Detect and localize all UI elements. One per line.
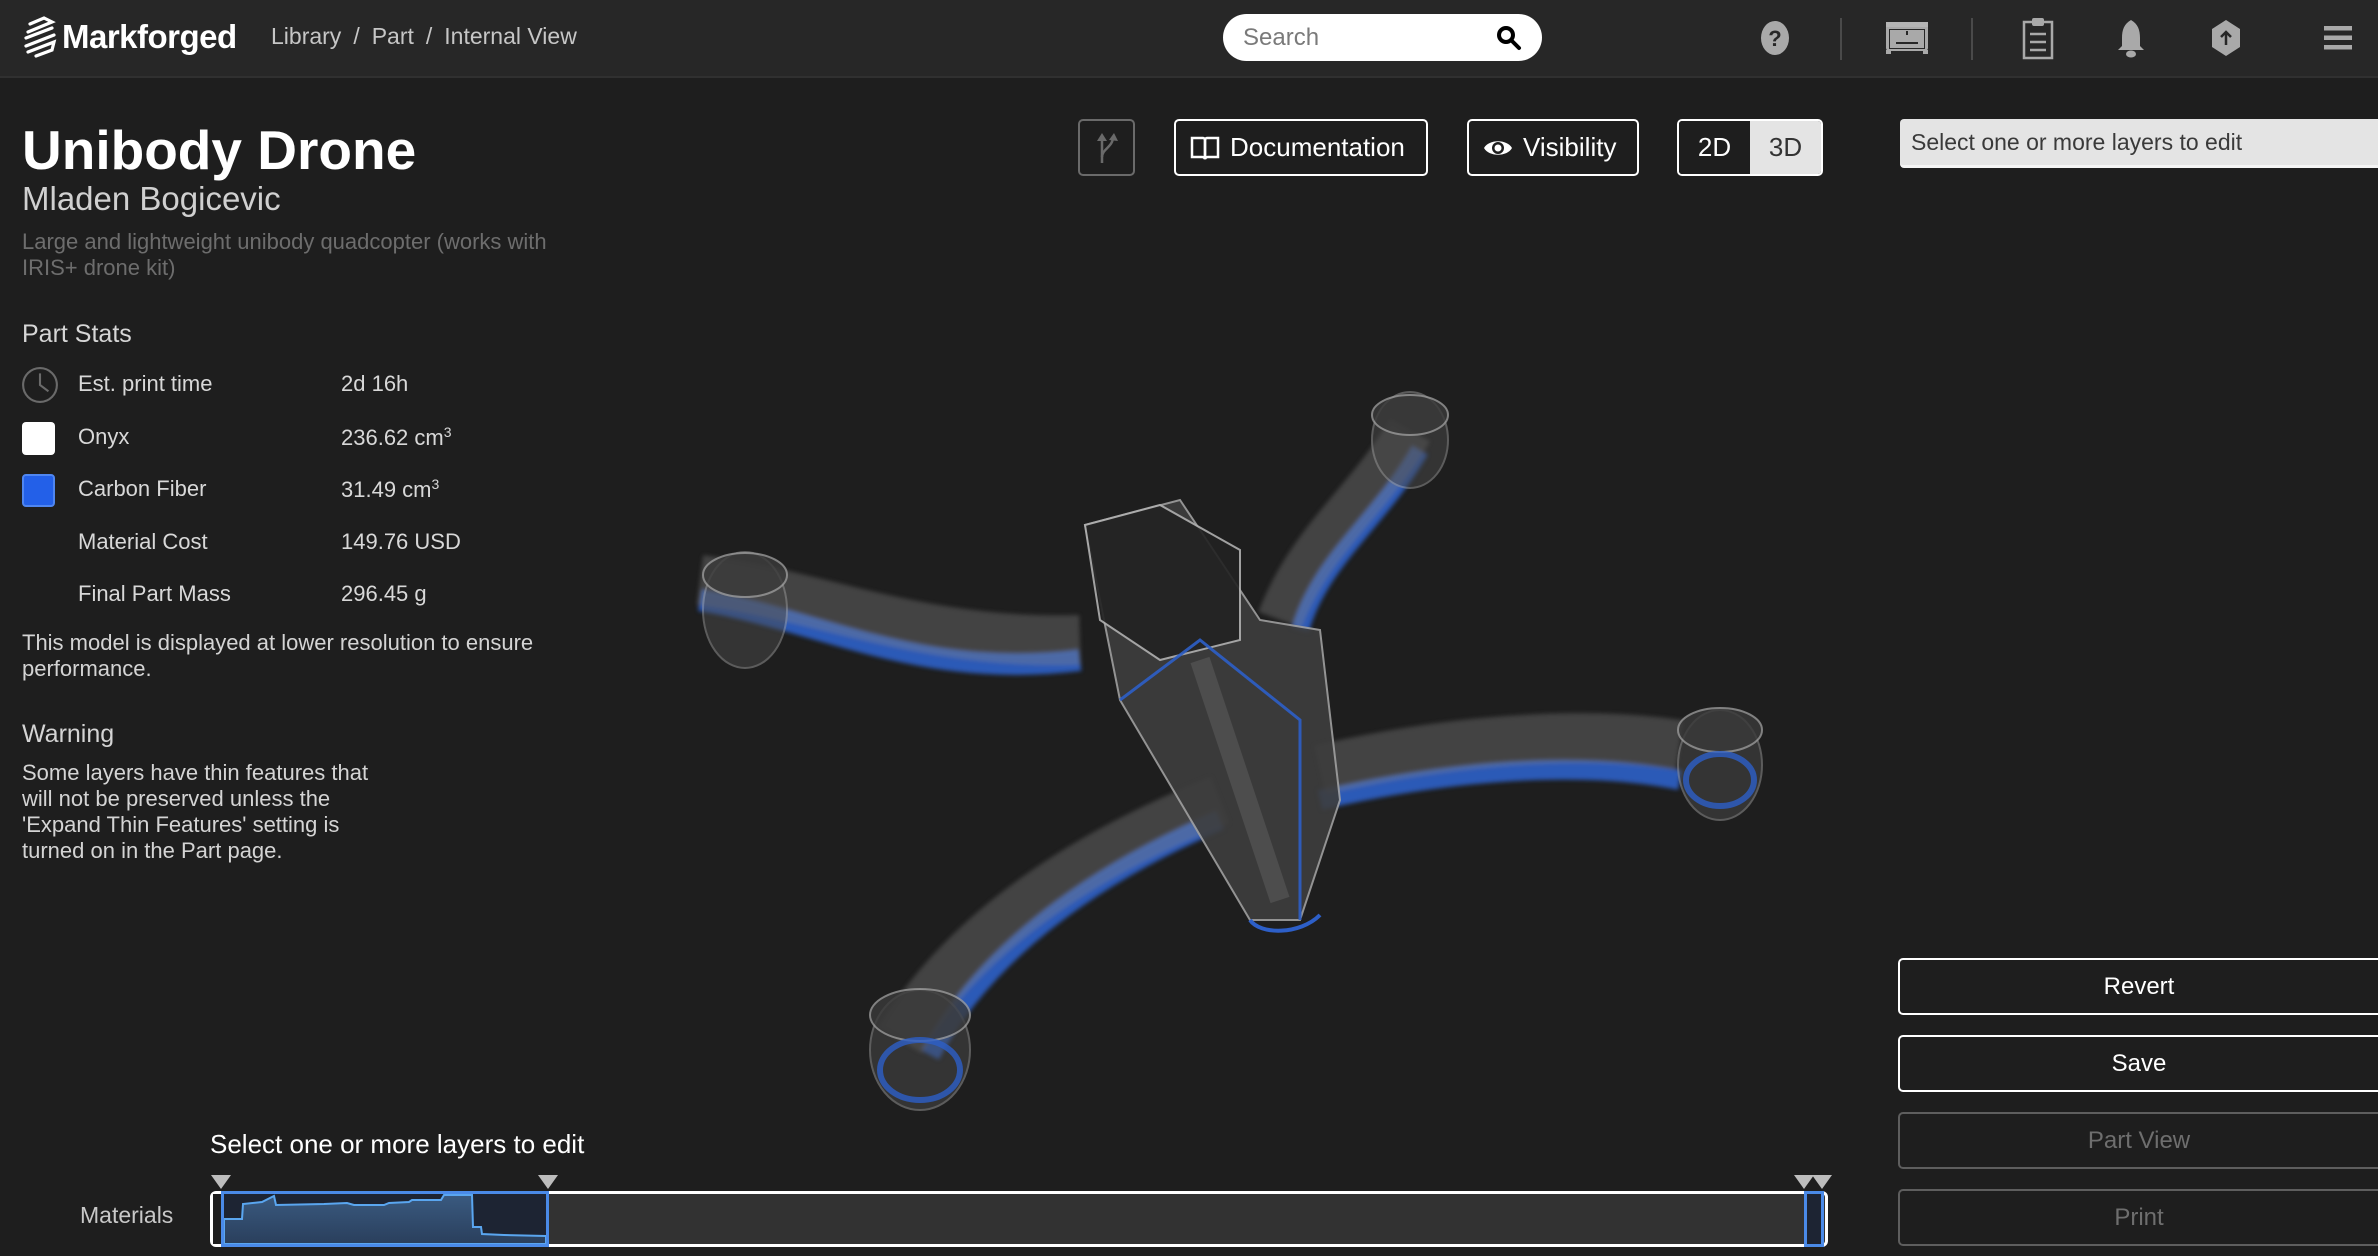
save-button[interactable]: Save xyxy=(1898,1035,2378,1092)
revert-button[interactable]: Revert xyxy=(1898,958,2378,1015)
range-end-handle-2[interactable] xyxy=(1812,1175,1832,1189)
3d-model-viewport[interactable] xyxy=(600,200,1860,1120)
part-stats-heading: Part Stats xyxy=(22,320,132,348)
bell-icon xyxy=(2118,20,2144,58)
clipboard-icon xyxy=(2022,18,2054,60)
layer-selection-end-range[interactable] xyxy=(1804,1191,1824,1247)
notifications-button[interactable] xyxy=(2107,14,2155,62)
breadcrumb: Library / Part / Internal View xyxy=(271,23,577,50)
stat-print-time: Est. print time 2d 16h xyxy=(22,365,542,405)
help-button[interactable]: ? xyxy=(1751,14,1799,62)
eye-icon xyxy=(1484,140,1512,155)
search-box xyxy=(1223,14,1542,61)
stat-label: Onyx xyxy=(78,424,130,449)
view-2d-tab[interactable]: 2D xyxy=(1679,121,1750,174)
stat-value-number: 31.49 cm xyxy=(341,477,432,502)
branch-button[interactable] xyxy=(1078,119,1135,176)
top-nav-bar: Markforged Library / Part / Internal Vie… xyxy=(0,0,2378,78)
stat-carbon-fiber: Carbon Fiber 31.49 cm3 xyxy=(22,470,542,510)
upload-button[interactable] xyxy=(2202,14,2250,62)
stat-label: Est. print time xyxy=(78,371,213,396)
documentation-label: Documentation xyxy=(1230,132,1405,162)
stat-value-exponent: 3 xyxy=(443,424,452,440)
materials-row-label: Materials xyxy=(80,1202,174,1228)
search-icon[interactable] xyxy=(1496,25,1522,51)
brand-name: Markforged xyxy=(62,18,237,55)
stat-value: 31.49 cm3 xyxy=(341,476,439,503)
documentation-button[interactable]: Documentation xyxy=(1174,119,1428,176)
carbon-fiber-swatch xyxy=(22,474,55,507)
breadcrumb-internal-view[interactable]: Internal View xyxy=(444,23,577,50)
header-divider xyxy=(1840,18,1842,60)
stat-value-number: 236.62 cm xyxy=(341,425,444,450)
onyx-swatch xyxy=(22,422,55,455)
view-mode-toggle: 2D 3D xyxy=(1677,119,1823,176)
header-divider xyxy=(1971,18,1973,60)
part-title: Unibody Drone xyxy=(22,119,417,181)
markforged-logo-icon xyxy=(24,16,57,58)
stat-label: Material Cost xyxy=(78,529,208,554)
markforged-logo[interactable]: Markforged xyxy=(22,16,237,58)
warning-text: Some layers have thin features that will… xyxy=(22,760,369,863)
stat-label: Carbon Fiber xyxy=(78,476,207,501)
print-button[interactable]: Print xyxy=(1898,1189,2378,1246)
help-icon: ? xyxy=(1761,21,1789,55)
clock-icon xyxy=(22,367,58,403)
search-input[interactable] xyxy=(1243,14,1493,61)
branch-arrows-icon xyxy=(1096,132,1118,163)
book-icon xyxy=(1190,136,1220,160)
view-3d-tab[interactable]: 3D xyxy=(1750,121,1821,174)
stat-value: 149.76 USD xyxy=(341,529,461,554)
layer-selection-range[interactable] xyxy=(221,1191,549,1247)
stat-part-mass: Final Part Mass 296.45 g xyxy=(22,575,542,615)
part-author: Mladen Bogicevic xyxy=(22,180,281,217)
layer-bar-caption: Select one or more layers to edit xyxy=(210,1129,585,1159)
svg-text:?: ? xyxy=(1768,26,1781,51)
queue-button[interactable] xyxy=(2014,14,2062,62)
menu-button[interactable] xyxy=(2314,14,2362,62)
stat-value: 296.45 g xyxy=(341,581,427,606)
material-profile-graph xyxy=(224,1194,546,1244)
upload-hexagon-icon xyxy=(2212,20,2240,56)
stat-onyx: Onyx 236.62 cm3 xyxy=(22,418,542,458)
breadcrumb-part[interactable]: Part xyxy=(372,23,414,50)
stat-material-cost: Material Cost 149.76 USD xyxy=(22,523,542,563)
menu-icon xyxy=(2324,26,2352,50)
part-description: Large and lightweight unibody quadcopter… xyxy=(22,229,547,280)
visibility-button[interactable]: Visibility xyxy=(1467,119,1639,176)
resolution-note: This model is displayed at lower resolut… xyxy=(22,630,534,681)
breadcrumb-separator: / xyxy=(353,23,360,49)
part-view-button[interactable]: Part View xyxy=(1898,1112,2378,1169)
breadcrumb-library[interactable]: Library xyxy=(271,23,341,50)
layer-select-field[interactable]: Select one or more layers to edit xyxy=(1900,119,2378,168)
stat-value-exponent: 3 xyxy=(431,476,440,492)
range-end-handle[interactable] xyxy=(538,1175,558,1189)
range-start-handle[interactable] xyxy=(211,1175,231,1189)
stat-value: 2d 16h xyxy=(341,371,409,396)
stat-label: Final Part Mass xyxy=(78,581,231,606)
stat-value: 236.62 cm3 xyxy=(341,424,452,451)
visibility-label: Visibility xyxy=(1523,132,1617,162)
breadcrumb-separator: / xyxy=(425,23,433,49)
range-start-handle-2[interactable] xyxy=(1794,1175,1814,1189)
printers-button[interactable] xyxy=(1883,14,1931,62)
drone-model-render xyxy=(696,391,1763,1111)
warning-heading: Warning xyxy=(22,720,115,748)
printer-icon xyxy=(1886,22,1928,54)
